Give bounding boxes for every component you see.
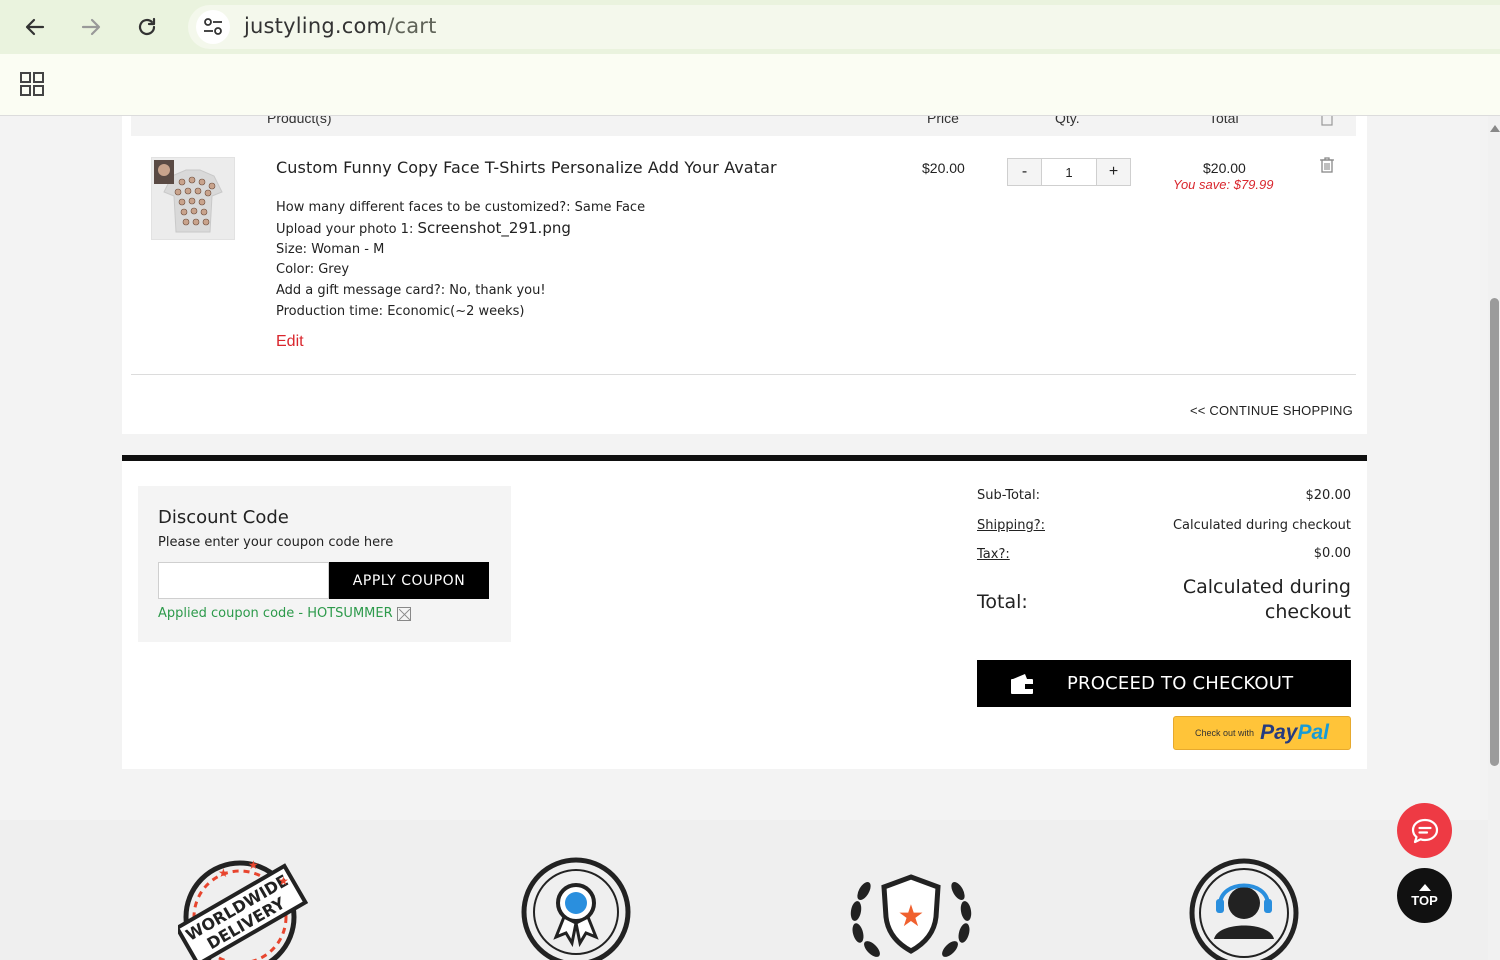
option-label: Upload your photo 1: — [276, 222, 418, 237]
proceed-to-checkout-button[interactable]: PROCEED TO CHECKOUT — [977, 660, 1351, 707]
site-info-button[interactable] — [196, 10, 230, 44]
option-value: Economic(~2 weeks) — [387, 304, 525, 319]
qty-decrease-button[interactable]: - — [1008, 159, 1041, 185]
option-label: Size: — [276, 242, 312, 257]
coupon-code-input[interactable] — [158, 562, 329, 599]
header-qty: Qty. — [1055, 116, 1080, 126]
discount-title: Discount Code — [158, 507, 289, 528]
worldwide-delivery-icon: WORLDWIDE DELIVERY ★ ★ ★ — [174, 858, 309, 960]
qty-increase-button[interactable]: + — [1097, 159, 1130, 185]
discount-subtitle: Please enter your coupon code here — [158, 535, 394, 550]
item-line-total: $20.00 — [1203, 160, 1246, 176]
cart-table-header: Product(s) Price Qty. Total — [131, 116, 1356, 136]
applied-coupon: Applied coupon code - HOTSUMMER — [158, 606, 411, 621]
tax-value: $0.00 — [1313, 546, 1351, 561]
quantity-stepper: - 1 + — [1007, 158, 1131, 186]
worldwide-delivery-badge: WORLDWIDE DELIVERY ★ ★ ★ — [174, 855, 309, 960]
paypal-logo-pay: Pay — [1260, 721, 1298, 744]
cart-divider — [131, 374, 1356, 375]
option-value: Screenshot_291.png — [417, 219, 571, 237]
scrollbar-thumb[interactable] — [1490, 298, 1499, 766]
item-price: $20.00 — [922, 160, 965, 176]
edit-item-link[interactable]: Edit — [276, 333, 304, 351]
browser-toolbar: justyling.com/cart — [0, 0, 1500, 54]
wallet-icon-wrap — [977, 672, 1067, 696]
applied-coupon-text: Applied coupon code - HOTSUMMER — [158, 606, 393, 621]
option-gift-card: Add a gift message card?: No, thank you! — [276, 283, 546, 298]
svg-text:★: ★ — [898, 900, 925, 933]
option-label: Production time: — [276, 304, 388, 319]
reload-icon — [138, 17, 156, 36]
option-photo: Upload your photo 1: Screenshot_291.png — [276, 219, 571, 237]
quality-badge — [520, 855, 632, 960]
option-size: Size: Woman - M — [276, 242, 384, 257]
paypal-logo-pal: Pal — [1297, 721, 1329, 744]
shipping-value: Calculated during checkout — [1172, 518, 1351, 533]
shield-star-icon: ★ — [850, 874, 972, 957]
option-color: Color: Grey — [276, 262, 349, 277]
total-label: Total: — [977, 591, 1028, 613]
trash-icon — [1320, 157, 1334, 173]
url-text[interactable]: justyling.com/cart — [244, 14, 437, 38]
header-price: Price — [927, 116, 959, 126]
remove-coupon-icon[interactable] — [396, 606, 411, 621]
tax-label[interactable]: Tax?: — [977, 547, 1010, 562]
chat-bubble-icon — [1411, 818, 1438, 843]
header-trash-icon — [1321, 116, 1333, 126]
forward-button[interactable] — [76, 12, 106, 42]
qty-input[interactable]: 1 — [1041, 159, 1097, 185]
secure-shield-badge: ★ — [846, 855, 976, 960]
product-image-icon — [152, 158, 234, 239]
svg-text:★: ★ — [278, 874, 289, 888]
back-arrow-icon — [25, 18, 45, 36]
headset-support-icon — [1189, 858, 1299, 960]
option-value: Same Face — [574, 200, 646, 215]
paypal-checkout-button[interactable]: Check out with Pay Pal — [1173, 716, 1351, 750]
option-label: Color: — [276, 262, 319, 277]
apps-button[interactable] — [18, 70, 46, 98]
back-to-top-button[interactable]: TOP — [1397, 868, 1452, 923]
continue-shopping-link[interactable]: << CONTINUE SHOPPING — [1190, 403, 1353, 418]
you-save-text: You save: $79.99 — [1173, 177, 1274, 192]
url-path: /cart — [387, 14, 437, 38]
reload-button[interactable] — [132, 12, 162, 42]
tune-icon — [204, 18, 222, 35]
total-value: Calculated during checkout — [1182, 576, 1351, 623]
svg-text:★: ★ — [248, 858, 259, 872]
apps-grid-icon — [20, 72, 44, 96]
option-value: No, thank you! — [449, 283, 546, 298]
apply-coupon-button[interactable]: APPLY COUPON — [329, 562, 489, 599]
scroll-up-arrow-icon[interactable] — [1490, 125, 1500, 132]
award-ribbon-icon — [521, 857, 631, 960]
option-faces: How many different faces to be customize… — [276, 200, 645, 215]
product-thumbnail[interactable] — [151, 157, 235, 240]
product-title[interactable]: Custom Funny Copy Face T-Shirts Personal… — [276, 158, 777, 177]
url-host: justyling.com — [244, 14, 388, 38]
chat-button[interactable] — [1397, 803, 1452, 858]
top-label: TOP — [1411, 892, 1438, 908]
bookmarks-bar — [0, 54, 1500, 116]
wallet-icon — [1011, 673, 1033, 694]
header-product: Product(s) — [267, 116, 332, 126]
paypal-small-text: Check out with — [1195, 728, 1255, 738]
back-button[interactable] — [20, 12, 50, 42]
forward-arrow-icon — [81, 18, 101, 36]
remove-item-button[interactable] — [1318, 156, 1336, 174]
option-production-time: Production time: Economic(~2 weeks) — [276, 304, 525, 319]
header-total: Total — [1209, 116, 1239, 126]
subtotal-value: $20.00 — [1305, 488, 1352, 503]
customer-support-badge — [1188, 855, 1300, 960]
option-label: How many different faces to be customize… — [276, 200, 575, 215]
checkout-label: PROCEED TO CHECKOUT — [1067, 673, 1294, 694]
subtotal-label: Sub-Total: — [977, 488, 1040, 503]
option-value: Grey — [318, 262, 350, 277]
svg-text:★: ★ — [218, 866, 229, 880]
option-label: Add a gift message card?: — [276, 283, 450, 298]
shipping-label[interactable]: Shipping?: — [977, 518, 1045, 533]
option-value: Woman - M — [311, 242, 385, 257]
up-arrow-icon — [1418, 883, 1431, 891]
